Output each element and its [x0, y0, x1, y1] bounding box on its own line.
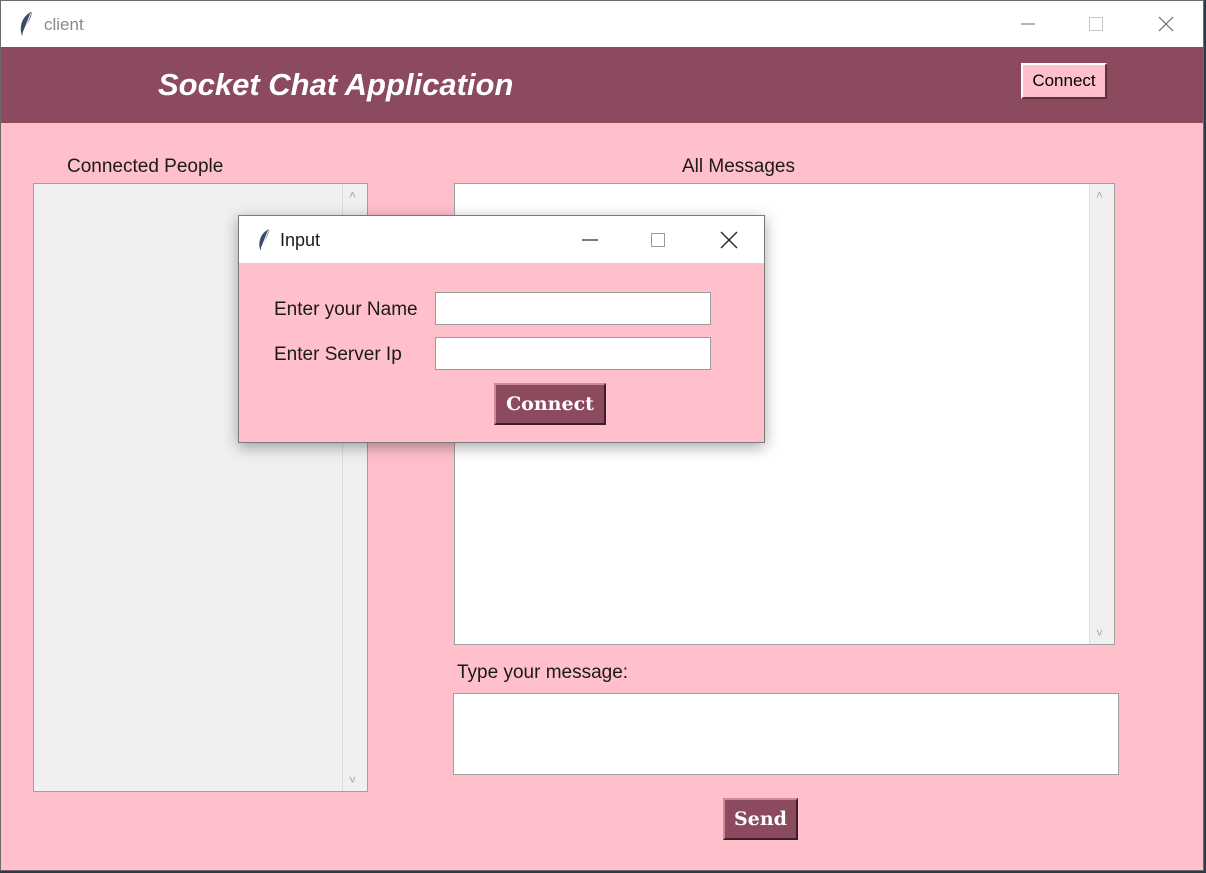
feather-icon [256, 228, 272, 252]
input-dialog: Input Enter your Name Enter Server Ip Co… [238, 215, 765, 443]
all-messages-label: All Messages [682, 156, 795, 177]
messages-scrollbar[interactable]: ˄ ˅ [1089, 184, 1114, 644]
dialog-maximize-button[interactable] [635, 216, 681, 263]
minimize-button[interactable] [1005, 1, 1051, 47]
name-label: Enter your Name [274, 299, 418, 320]
dialog-close-button[interactable] [706, 216, 752, 263]
close-button[interactable] [1143, 1, 1189, 47]
connected-people-label: Connected People [67, 156, 224, 177]
server-ip-input[interactable] [435, 337, 711, 370]
server-ip-label: Enter Server Ip [274, 344, 402, 365]
maximize-button[interactable] [1073, 1, 1119, 47]
scroll-down-icon[interactable]: ˅ [1096, 626, 1103, 640]
window-title: client [44, 15, 84, 34]
dialog-connect-button[interactable]: Connect [494, 383, 606, 425]
message-input[interactable] [453, 693, 1119, 775]
dialog-minimize-button[interactable] [567, 216, 613, 263]
scroll-up-icon[interactable]: ˄ [349, 188, 356, 202]
name-input[interactable] [435, 292, 711, 325]
scroll-up-icon[interactable]: ˄ [1096, 188, 1103, 202]
window-titlebar[interactable]: client [1, 1, 1203, 47]
type-message-label: Type your message: [457, 662, 629, 683]
app-title: Socket Chat Application [158, 67, 514, 102]
header-connect-button[interactable]: Connect [1021, 63, 1107, 99]
send-button[interactable]: Send [723, 798, 798, 840]
dialog-titlebar[interactable]: Input [239, 216, 764, 263]
app-header: Socket Chat Application Connect [1, 47, 1203, 123]
feather-icon [17, 11, 35, 37]
dialog-title: Input [280, 230, 321, 250]
scroll-down-icon[interactable]: ˅ [349, 773, 356, 787]
